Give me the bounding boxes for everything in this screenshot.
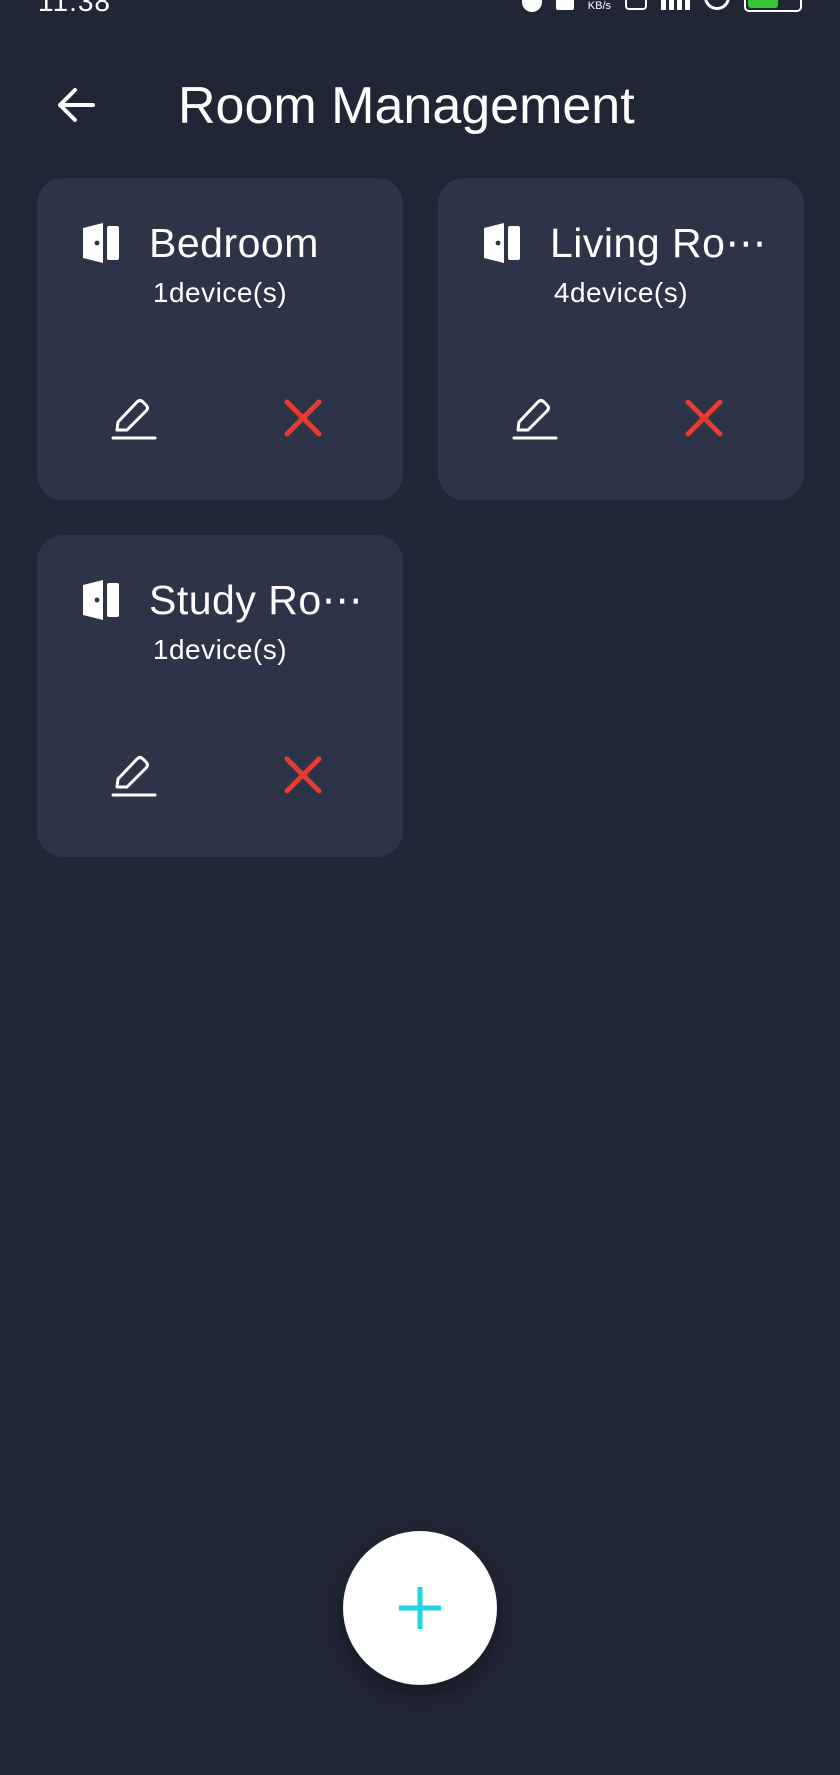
pencil-icon	[111, 756, 157, 797]
pencil-icon	[512, 399, 558, 440]
hd-icon	[625, 0, 647, 10]
room-device-count: 1device(s)	[152, 277, 288, 308]
pencil-icon	[111, 399, 157, 440]
delete-room-button[interactable]	[273, 745, 333, 805]
page-title: Room Management	[178, 77, 635, 135]
room-device-count: 4device(s)	[553, 277, 689, 308]
signal-icon	[661, 0, 690, 10]
room-name: Bedroom	[149, 220, 319, 266]
room-device-count: 1device(s)	[152, 634, 288, 665]
door-icon	[83, 580, 119, 620]
edit-room-button[interactable]	[103, 745, 163, 805]
silent-bell-icon	[555, 0, 574, 10]
room-header: Study Ro⋯	[81, 575, 381, 625]
status-bar: 11:38 KB/s	[0, 0, 840, 14]
room-card-living-room[interactable]: Living Ro⋯ 4device(s)	[438, 178, 804, 500]
close-icon	[284, 399, 322, 437]
door-icon	[484, 223, 520, 263]
room-name: Living Ro⋯	[550, 220, 767, 266]
door-icon	[83, 223, 119, 263]
plus-icon	[399, 1587, 441, 1629]
room-header: Living Ro⋯	[482, 218, 782, 268]
room-card-study-room[interactable]: Study Ro⋯ 1device(s)	[37, 535, 403, 857]
alarm-icon	[521, 0, 542, 12]
add-room-button[interactable]	[343, 1531, 497, 1685]
edit-room-button[interactable]	[504, 388, 564, 448]
edit-room-button[interactable]	[103, 388, 163, 448]
room-card-bedroom[interactable]: Bedroom 1device(s)	[37, 178, 403, 500]
status-time: 11:38	[38, 0, 111, 14]
back-button[interactable]	[46, 80, 104, 130]
room-name: Study Ro⋯	[149, 577, 364, 623]
delete-room-button[interactable]	[674, 388, 734, 448]
app-header: Room Management	[0, 60, 840, 150]
delete-room-button[interactable]	[273, 388, 333, 448]
network-speed: KB/s	[587, 0, 611, 12]
close-icon	[685, 399, 723, 437]
status-icons: KB/s	[521, 0, 802, 12]
wifi-icon	[704, 0, 730, 10]
room-header: Bedroom	[81, 218, 381, 268]
arrow-left-icon	[58, 88, 95, 122]
close-icon	[284, 756, 322, 794]
battery-icon	[744, 0, 802, 12]
